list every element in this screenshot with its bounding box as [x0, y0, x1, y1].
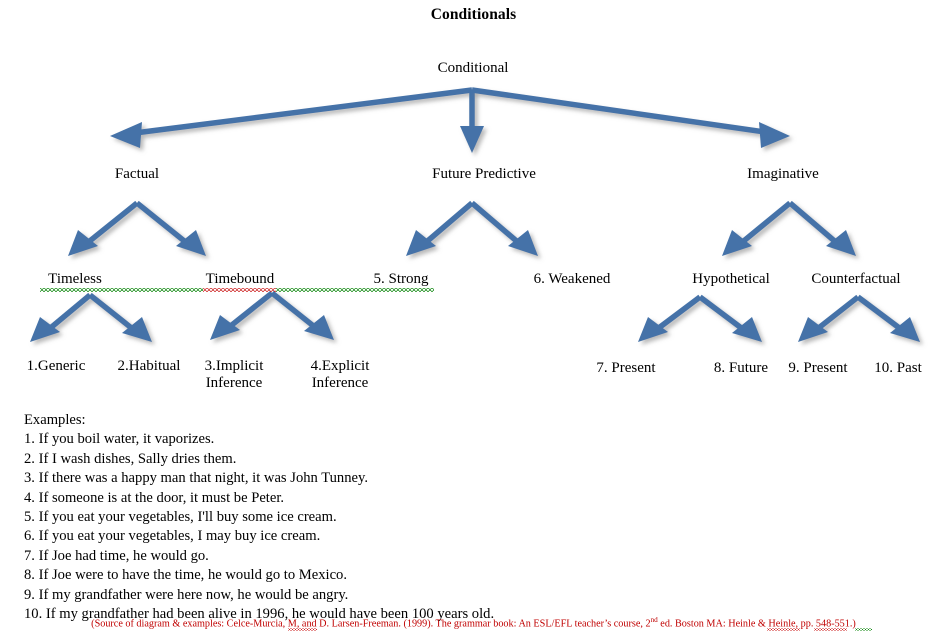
source-note: (Source of diagram & examples: Celce-Mur… [0, 616, 947, 629]
example-item-5: 5. If you eat your vegetables, I'll buy … [24, 509, 337, 526]
tree-node-generic: 1.Generic [26, 358, 86, 374]
arrow-timebound-to-implicit-inference [210, 290, 274, 340]
arrow-hypothetical-to-future [698, 294, 762, 342]
arrow-root-to-imaginative [471, 87, 790, 148]
source-note-part2: ed. Boston MA: Heinle & Heinle, pp. 548-… [657, 618, 856, 630]
arrow-future-predictive-to-strong [406, 200, 474, 256]
tree-node-present-counterfactual: 9. Present [788, 360, 848, 376]
tree-node-habitual: 2.Habitual [117, 358, 181, 374]
tree-node-conditional: Conditional [437, 60, 509, 76]
page-title: Conditionals [430, 6, 517, 23]
source-note-ordinal-suffix: nd [650, 616, 658, 624]
examples-block: Examples: 1. If you boil water, it vapor… [24, 411, 494, 624]
tree-node-implicit-inference: 3.Implicit Inference [204, 358, 264, 391]
example-item-4: 4. If someone is at the door, it must be… [24, 489, 285, 506]
arrow-timeless-to-generic [30, 292, 92, 342]
example-item-6: 6. If you eat your vegetables, I may buy… [24, 528, 321, 545]
arrow-factual-to-timebound [135, 200, 206, 256]
arrow-hypothetical-to-present [638, 294, 702, 342]
tree-node-weakened: 6. Weakened [533, 271, 611, 287]
tree-node-future-predictive: Future Predictive [432, 166, 536, 182]
tree-node-present-hypothetical: 7. Present [596, 360, 656, 376]
example-item-9: 9. If my grandfather were here now, he w… [24, 586, 349, 603]
tree-node-strong: 5. Strong [373, 271, 429, 287]
arrow-factual-to-timeless [68, 200, 139, 256]
arrow-imaginative-to-counterfactual [788, 200, 856, 256]
arrow-counterfactual-to-present [798, 294, 860, 342]
example-item-8: 8. If Joe were to have the time, he woul… [24, 567, 348, 584]
tree-node-hypothetical: Hypothetical [692, 271, 770, 287]
arrow-root-to-future-predictive [460, 90, 484, 153]
examples-heading: Examples: [24, 412, 86, 428]
tree-node-timeless: Timeless [48, 271, 102, 287]
tree-node-factual: Factual [114, 166, 160, 182]
arrow-counterfactual-to-past [856, 294, 920, 342]
example-item-7: 7. If Joe had time, he would go. [24, 547, 209, 564]
tree-node-future-hypothetical: 8. Future [713, 360, 769, 376]
tree-node-counterfactual: Counterfactual [811, 271, 901, 287]
tree-node-imaginative: Imaginative [747, 166, 819, 182]
tree-node-explicit-inference: 4.Explicit Inference [310, 358, 370, 391]
example-item-1: 1. If you boil water, it vaporizes. [24, 431, 215, 448]
arrow-timebound-to-explicit-inference [270, 290, 334, 340]
source-note-part1: (Source of diagram & examples: Celce-Mur… [91, 618, 651, 630]
example-item-2: 2. If I wash dishes, Sally dries them. [24, 450, 237, 467]
arrow-root-to-factual [110, 87, 473, 148]
arrow-imaginative-to-hypothetical [722, 200, 792, 256]
arrow-future-predictive-to-weakened [470, 200, 538, 256]
arrow-timeless-to-habitual [88, 292, 152, 342]
example-item-3: 3. If there was a happy man that night, … [24, 470, 368, 487]
tree-node-past-counterfactual: 10. Past [874, 360, 922, 376]
tree-node-timebound: Timebound [205, 271, 275, 287]
